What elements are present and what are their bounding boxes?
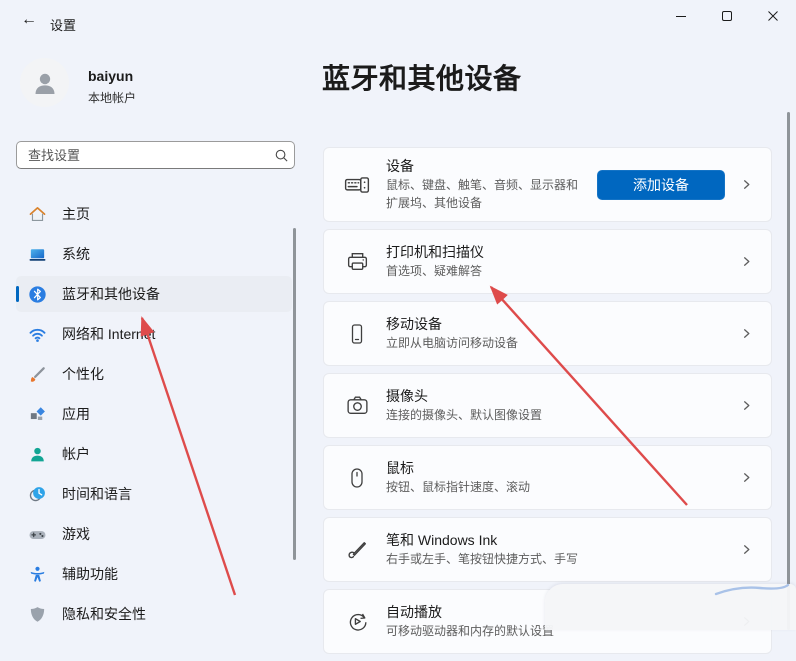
card-printers-scanners[interactable]: 打印机和扫描仪 首选项、疑难解答 bbox=[323, 229, 772, 294]
mouse-icon bbox=[344, 466, 370, 490]
bluetooth-icon bbox=[27, 284, 47, 304]
back-button[interactable]: ← bbox=[14, 8, 44, 32]
sidebar-item-label: 时间和语言 bbox=[62, 486, 132, 502]
chevron-right-icon bbox=[739, 471, 753, 484]
sidebar-item-system[interactable]: 系统 bbox=[16, 236, 292, 272]
card-pen-windows-ink[interactable]: 笔和 Windows Ink 右手或左手、笔按钮快捷方式、手写 bbox=[323, 517, 772, 582]
page-title: 蓝牙和其他设备 bbox=[322, 63, 522, 94]
sidebar-item-home[interactable]: 主页 bbox=[16, 196, 292, 232]
system-icon bbox=[27, 244, 47, 264]
overlay-sheet bbox=[545, 583, 796, 630]
chevron-right-icon bbox=[739, 543, 753, 556]
minimize-icon bbox=[676, 16, 686, 17]
card-title: 鼠标 bbox=[386, 460, 414, 477]
close-icon bbox=[768, 11, 778, 21]
card-title: 移动设备 bbox=[386, 316, 442, 333]
pen-icon bbox=[344, 537, 370, 562]
chevron-right-icon bbox=[739, 255, 753, 268]
autoplay-icon bbox=[344, 609, 370, 634]
window-title: 设置 bbox=[50, 18, 77, 33]
sidebar-item-label: 蓝牙和其他设备 bbox=[62, 286, 160, 302]
window-controls bbox=[658, 0, 796, 32]
close-button[interactable] bbox=[750, 0, 796, 32]
chevron-right-icon bbox=[739, 327, 753, 340]
sidebar-item-accounts[interactable]: 帐户 bbox=[16, 436, 292, 472]
sidebar-item-apps[interactable]: 应用 bbox=[16, 396, 292, 432]
search-input[interactable] bbox=[17, 147, 268, 163]
accessibility-person-icon bbox=[27, 564, 47, 584]
sidebar-item-label: 隐私和安全性 bbox=[62, 606, 146, 622]
devices-icon bbox=[344, 172, 370, 198]
card-title: 设备 bbox=[386, 158, 414, 175]
sidebar-nav: 主页 系统 蓝牙和其他设备 网络和 Internet 个性化 应用 帐户 时间和… bbox=[16, 196, 292, 636]
sidebar-item-label: 网络和 Internet bbox=[62, 326, 156, 342]
maximize-icon bbox=[722, 11, 732, 21]
apps-icon bbox=[27, 404, 47, 424]
card-title: 笔和 Windows Ink bbox=[386, 532, 498, 549]
shield-icon bbox=[27, 604, 47, 624]
add-device-button[interactable]: 添加设备 bbox=[597, 169, 725, 200]
maximize-button[interactable] bbox=[704, 0, 750, 32]
card-subtitle: 右手或左手、笔按钮快捷方式、手写 bbox=[386, 551, 579, 566]
title-bar: ← 设置 bbox=[0, 0, 796, 36]
card-subtitle: 按钮、鼠标指针速度、滚动 bbox=[386, 479, 531, 494]
search-icon[interactable] bbox=[268, 148, 294, 163]
search-box bbox=[16, 141, 295, 169]
user-name: baiyun bbox=[88, 68, 134, 84]
card-subtitle: 立即从电脑访问移动设备 bbox=[386, 335, 519, 350]
mobile-devices-icon bbox=[344, 322, 370, 346]
sidebar-item-label: 帐户 bbox=[62, 446, 90, 462]
minimize-button[interactable] bbox=[658, 0, 704, 32]
card-subtitle: 连接的摄像头、默认图像设置 bbox=[386, 407, 543, 422]
wifi-icon bbox=[27, 324, 47, 344]
user-account-type: 本地帐户 bbox=[88, 91, 137, 105]
avatar[interactable] bbox=[20, 58, 69, 107]
card-cameras[interactable]: 摄像头 连接的摄像头、默认图像设置 bbox=[323, 373, 772, 438]
sidebar-item-accessibility[interactable]: 辅助功能 bbox=[16, 556, 292, 592]
card-subtitle: 鼠标、键盘、触笔、音频、显示器和扩展坞、其他设备 bbox=[386, 177, 579, 210]
printer-icon bbox=[344, 249, 370, 274]
card-title: 打印机和扫描仪 bbox=[386, 244, 484, 261]
sidebar-item-label: 辅助功能 bbox=[62, 566, 118, 582]
accounts-icon bbox=[27, 444, 47, 464]
card-subtitle: 首选项、疑难解答 bbox=[386, 263, 483, 278]
paintbrush-icon bbox=[27, 364, 47, 384]
card-mobile-devices[interactable]: 移动设备 立即从电脑访问移动设备 bbox=[323, 301, 772, 366]
sidebar-scrollbar[interactable] bbox=[293, 228, 296, 560]
sidebar-item-label: 游戏 bbox=[62, 526, 90, 542]
sidebar-item-bluetooth-devices[interactable]: 蓝牙和其他设备 bbox=[16, 276, 292, 312]
card-title: 摄像头 bbox=[386, 388, 428, 405]
sidebar-item-network[interactable]: 网络和 Internet bbox=[16, 316, 292, 352]
user-silhouette-icon bbox=[35, 73, 54, 94]
sidebar-item-time-language[interactable]: 时间和语言 bbox=[16, 476, 292, 512]
sidebar-item-label: 系统 bbox=[62, 246, 90, 262]
settings-window: { "window": { "title": "设置", "back_label… bbox=[0, 0, 796, 654]
clock-globe-icon bbox=[27, 484, 47, 504]
card-devices[interactable]: 设备 鼠标、键盘、触笔、音频、显示器和扩展坞、其他设备 添加设备 bbox=[323, 147, 772, 222]
sidebar-item-label: 个性化 bbox=[62, 366, 104, 382]
sidebar-item-label: 应用 bbox=[62, 406, 90, 422]
sidebar-item-personalization[interactable]: 个性化 bbox=[16, 356, 292, 392]
sidebar-item-label: 主页 bbox=[62, 206, 90, 222]
sidebar-item-gaming[interactable]: 游戏 bbox=[16, 516, 292, 552]
blue-scribble-mark bbox=[714, 583, 790, 596]
sidebar-item-privacy-security[interactable]: 隐私和安全性 bbox=[16, 596, 292, 632]
game-controller-icon bbox=[27, 524, 47, 544]
chevron-right-icon bbox=[739, 178, 753, 191]
main-scrollbar[interactable] bbox=[787, 112, 790, 630]
card-mouse[interactable]: 鼠标 按钮、鼠标指针速度、滚动 bbox=[323, 445, 772, 510]
selected-indicator bbox=[16, 286, 19, 302]
camera-icon bbox=[344, 393, 370, 418]
chevron-right-icon bbox=[739, 399, 753, 412]
home-icon bbox=[27, 204, 47, 224]
